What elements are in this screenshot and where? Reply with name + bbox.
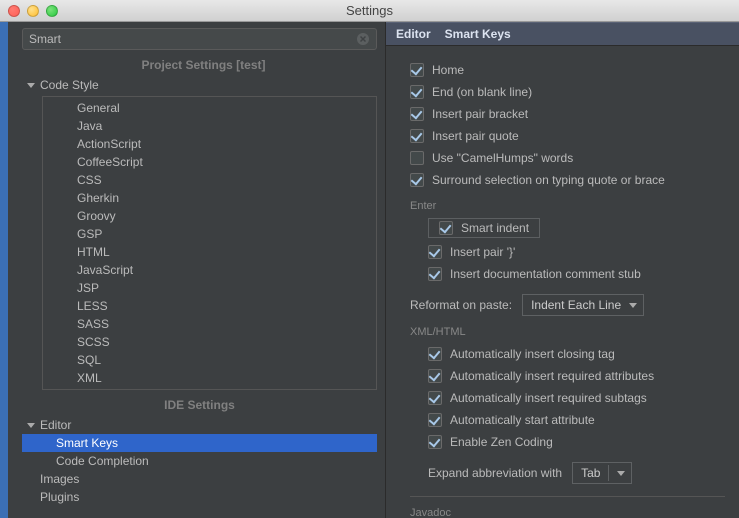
tree-item[interactable]: XML xyxy=(43,369,376,387)
tree-item[interactable]: CSS xyxy=(43,171,376,189)
titlebar: Settings xyxy=(0,0,739,22)
window-controls xyxy=(8,5,58,17)
tree-item[interactable]: JavaScript xyxy=(43,261,376,279)
tree-item[interactable]: HTML xyxy=(43,243,376,261)
enter-group-label: Enter xyxy=(410,200,725,212)
expand-label: Expand abbreviation with xyxy=(428,466,562,480)
opt-insert-pair-brace[interactable]: Insert pair '}' xyxy=(428,242,725,262)
tree-item[interactable]: Java xyxy=(43,117,376,135)
checkbox-icon[interactable] xyxy=(410,63,424,77)
minimize-icon[interactable] xyxy=(27,5,39,17)
clear-icon[interactable] xyxy=(356,32,370,46)
checkbox-icon[interactable] xyxy=(410,85,424,99)
combo-value: Tab xyxy=(581,466,600,480)
checkbox-icon[interactable] xyxy=(428,435,442,449)
tree-item[interactable]: SASS xyxy=(43,315,376,333)
left-panel: Project Settings [test] Code Style Gener… xyxy=(8,22,386,518)
window-title: Settings xyxy=(346,3,393,18)
form-area: Home End (on blank line) Insert pair bra… xyxy=(386,46,739,518)
expand-combo[interactable]: Tab xyxy=(572,462,632,484)
checkbox-icon[interactable] xyxy=(410,107,424,121)
tree-smart-keys[interactable]: Smart Keys xyxy=(22,434,377,452)
tree-item[interactable]: ActionScript xyxy=(43,135,376,153)
tree-label: Code Style xyxy=(40,78,99,92)
tree-editor[interactable]: Editor xyxy=(22,416,377,434)
checkbox-icon[interactable] xyxy=(410,129,424,143)
search-field[interactable] xyxy=(22,28,377,50)
tree-images[interactable]: Images xyxy=(22,470,377,488)
opt-smart-indent[interactable]: Smart indent xyxy=(428,218,540,238)
tree-item[interactable]: GSP xyxy=(43,225,376,243)
right-panel: Editor Smart Keys Home End (on blank lin… xyxy=(386,22,739,518)
breadcrumb-smart-keys[interactable]: Smart Keys xyxy=(445,27,511,41)
code-style-children: General Java ActionScript CoffeeScript C… xyxy=(42,96,377,390)
chevron-down-icon xyxy=(617,471,625,476)
opt-insert-bracket[interactable]: Insert pair bracket xyxy=(410,104,725,124)
combo-value: Indent Each Line xyxy=(531,298,621,312)
opt-auto-req-attr[interactable]: Automatically insert required attributes xyxy=(428,366,725,386)
breadcrumb: Editor Smart Keys xyxy=(386,22,739,46)
search-input[interactable] xyxy=(29,32,356,46)
tree-item[interactable]: CoffeeScript xyxy=(43,153,376,171)
opt-auto-start-attr[interactable]: Automatically start attribute xyxy=(428,410,725,430)
opt-camelhumps[interactable]: Use "CamelHumps" words xyxy=(410,148,725,168)
checkbox-icon[interactable] xyxy=(428,391,442,405)
opt-enable-zen[interactable]: Enable Zen Coding xyxy=(428,432,725,452)
reformat-row: Reformat on paste: Indent Each Line xyxy=(410,294,725,316)
project-settings-header: Project Settings [test] xyxy=(22,54,385,76)
settings-tree: Code Style General Java ActionScript Cof… xyxy=(22,76,377,518)
tree-item[interactable]: General xyxy=(43,99,376,117)
opt-insert-quote[interactable]: Insert pair quote xyxy=(410,126,725,146)
opt-surround[interactable]: Surround selection on typing quote or br… xyxy=(410,170,725,190)
reformat-label: Reformat on paste: xyxy=(410,298,512,312)
reformat-combo[interactable]: Indent Each Line xyxy=(522,294,644,316)
chevron-down-icon xyxy=(629,303,637,308)
tree-item[interactable]: SQL xyxy=(43,351,376,369)
tree-plugins[interactable]: Plugins xyxy=(22,488,377,506)
tree-item[interactable]: Gherkin xyxy=(43,189,376,207)
chevron-down-icon[interactable] xyxy=(26,420,36,430)
opt-end[interactable]: End (on blank line) xyxy=(410,82,725,102)
divider xyxy=(410,496,725,497)
checkbox-icon[interactable] xyxy=(428,267,442,281)
close-icon[interactable] xyxy=(8,5,20,17)
tree-item[interactable]: SCSS xyxy=(43,333,376,351)
divider xyxy=(608,465,609,481)
chevron-down-icon[interactable] xyxy=(26,80,36,90)
xml-group-label: XML/HTML xyxy=(410,326,725,338)
tree-code-completion[interactable]: Code Completion xyxy=(22,452,377,470)
left-edge-accent xyxy=(0,22,8,518)
opt-auto-close-tag[interactable]: Automatically insert closing tag xyxy=(428,344,725,364)
tree-item[interactable]: JSP xyxy=(43,279,376,297)
maximize-icon[interactable] xyxy=(46,5,58,17)
tree-item[interactable]: LESS xyxy=(43,297,376,315)
breadcrumb-editor[interactable]: Editor xyxy=(396,27,431,41)
checkbox-icon[interactable] xyxy=(428,413,442,427)
opt-insert-doc[interactable]: Insert documentation comment stub xyxy=(428,264,725,284)
javadoc-group-label: Javadoc xyxy=(410,507,725,518)
ide-settings-header: IDE Settings xyxy=(22,394,377,416)
checkbox-icon[interactable] xyxy=(428,245,442,259)
opt-home[interactable]: Home xyxy=(410,60,725,80)
checkbox-icon[interactable] xyxy=(428,347,442,361)
checkbox-icon[interactable] xyxy=(410,173,424,187)
tree-item[interactable]: Groovy xyxy=(43,207,376,225)
checkbox-icon[interactable] xyxy=(439,221,453,235)
tree-label: Editor xyxy=(40,418,71,432)
checkbox-icon[interactable] xyxy=(428,369,442,383)
opt-auto-req-sub[interactable]: Automatically insert required subtags xyxy=(428,388,725,408)
expand-row: Expand abbreviation with Tab xyxy=(428,462,725,484)
checkbox-icon[interactable] xyxy=(410,151,424,165)
tree-code-style[interactable]: Code Style xyxy=(22,76,377,94)
